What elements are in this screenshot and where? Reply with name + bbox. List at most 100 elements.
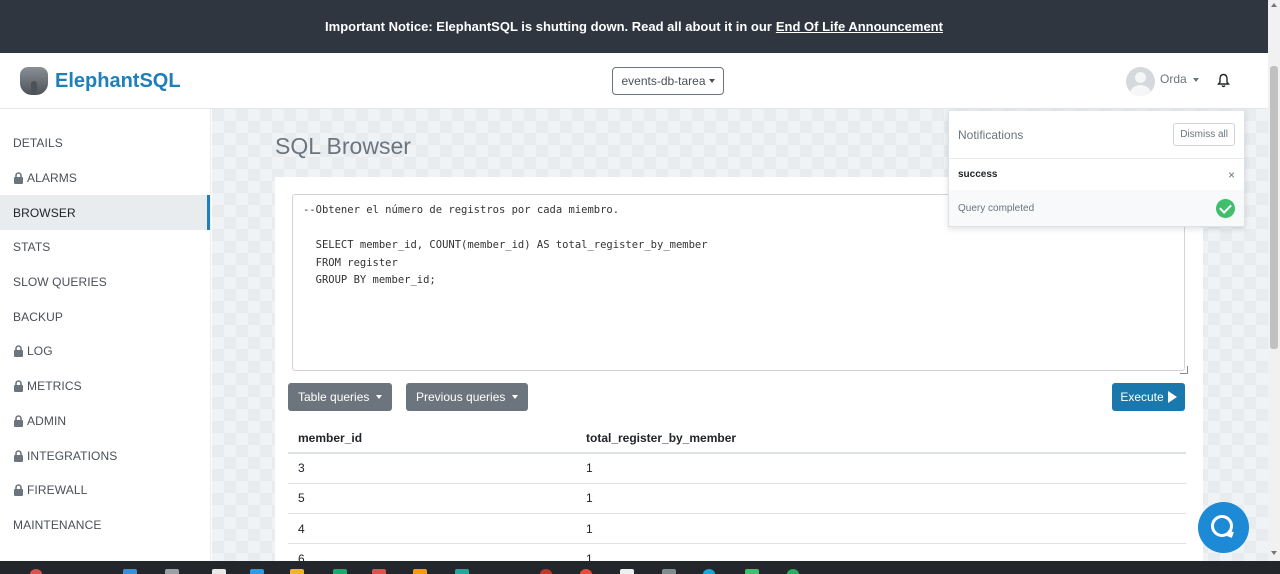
- check-circle-icon: [1216, 198, 1235, 218]
- sidebar-item-browser[interactable]: BROWSER: [0, 195, 210, 231]
- taskbar-app-icon[interactable]: [413, 569, 427, 574]
- taskbar-app-icon[interactable]: [372, 569, 386, 574]
- chat-support-icon[interactable]: [1198, 502, 1249, 553]
- dismiss-all-button[interactable]: Dismiss all: [1173, 123, 1235, 146]
- execute-label: Execute: [1120, 390, 1164, 404]
- sidebar-item-label: BROWSER: [13, 205, 76, 220]
- taskbar-app-icon[interactable]: [455, 569, 469, 574]
- lock-icon: [14, 484, 23, 497]
- taskbar-app-icon[interactable]: [290, 569, 304, 574]
- sidebar-item-label: SLOW QUERIES: [13, 275, 107, 290]
- taskbar-app-icon[interactable]: [165, 569, 179, 574]
- scroll-up-icon[interactable]: [1271, 3, 1277, 7]
- user-name: Orda: [1160, 72, 1187, 86]
- table-cell: 5: [288, 483, 576, 515]
- eol-announcement-link[interactable]: End Of Life Announcement: [776, 19, 943, 34]
- lock-icon: [14, 380, 23, 393]
- sidebar-item-label: LOG: [27, 344, 53, 359]
- results-table: member_id total_register_by_member 3 1 5…: [288, 423, 1186, 574]
- notifications-title: Notifications: [958, 127, 1024, 142]
- taskbar-app-icon[interactable]: [30, 569, 42, 574]
- taskbar-app-icon[interactable]: [787, 569, 799, 574]
- table-header-row: member_id total_register_by_member: [288, 423, 1186, 454]
- taskbar-app-icon[interactable]: [333, 569, 347, 574]
- sidebar-item-firewall[interactable]: FIREWALL: [0, 473, 210, 508]
- taskbar-app-icon[interactable]: [703, 569, 715, 574]
- sidebar-item-stats[interactable]: STATS: [0, 230, 210, 265]
- sidebar-item-label: STATS: [13, 240, 51, 255]
- execute-button[interactable]: Execute: [1112, 383, 1185, 411]
- sidebar-item-backup[interactable]: BACKUP: [0, 299, 210, 334]
- lock-icon: [14, 449, 23, 462]
- sidebar-item-label: BACKUP: [13, 309, 63, 324]
- sidebar-item-integrations[interactable]: INTEGRATIONS: [0, 438, 210, 473]
- taskbar-app-icon[interactable]: [212, 569, 226, 574]
- top-navbar: ElephantSQL events-db-tarea Orda: [0, 53, 1268, 109]
- table-cell: 1: [576, 453, 1186, 484]
- sidebar-item-label: METRICS: [27, 379, 82, 394]
- instance-name: events-db-tarea: [621, 74, 706, 88]
- table-cell: 1: [576, 513, 1186, 545]
- column-header: member_id: [288, 423, 576, 454]
- previous-queries-label: Previous queries: [416, 390, 506, 404]
- scroll-thumb[interactable]: [1270, 66, 1278, 349]
- sidebar: DETAILS ALARMS BROWSER STATS SLOW QUERIE…: [0, 109, 211, 561]
- lock-icon: [14, 415, 23, 427]
- table-row: 3 1: [288, 453, 1186, 484]
- scroll-down-icon[interactable]: [1271, 551, 1277, 555]
- notification-message: Query completed: [958, 202, 1035, 214]
- sidebar-item-label: ALARMS: [27, 171, 77, 186]
- page-scrollbar[interactable]: [1268, 0, 1280, 561]
- user-menu[interactable]: Orda: [1160, 72, 1200, 86]
- page-title: SQL Browser: [275, 133, 411, 159]
- taskbar-app-icon[interactable]: [745, 569, 759, 574]
- column-header: total_register_by_member: [576, 423, 1186, 454]
- taskbar-app-icon[interactable]: [580, 569, 592, 574]
- sidebar-item-log[interactable]: LOG: [0, 334, 210, 369]
- instance-selector[interactable]: events-db-tarea: [612, 67, 724, 95]
- bell-icon[interactable]: [1217, 73, 1230, 88]
- resize-handle-icon[interactable]: [1180, 366, 1188, 374]
- close-icon[interactable]: ×: [1228, 168, 1235, 182]
- elephant-logo-icon: [20, 67, 48, 95]
- sidebar-item-details[interactable]: DETAILS: [0, 126, 210, 161]
- sidebar-item-label: FIREWALL: [27, 483, 88, 498]
- sidebar-item-label: DETAILS: [13, 136, 63, 151]
- chevron-down-icon: [376, 395, 383, 399]
- sidebar-item-maintenance[interactable]: MAINTENANCE: [0, 508, 210, 543]
- user-avatar[interactable]: [1126, 67, 1155, 96]
- brand-name: ElephantSQL: [55, 69, 181, 92]
- brand-logo[interactable]: ElephantSQL: [20, 67, 181, 95]
- taskbar-app-icon[interactable]: [620, 569, 634, 574]
- taskbar-app-icon[interactable]: [123, 569, 137, 574]
- taskbar-app-icon[interactable]: [250, 569, 264, 574]
- table-row: 5 1: [288, 483, 1186, 515]
- table-cell: 3: [288, 453, 576, 484]
- taskbar-app-icon[interactable]: [540, 569, 552, 574]
- sidebar-item-label: INTEGRATIONS: [27, 448, 118, 463]
- sidebar-item-admin[interactable]: ADMIN: [0, 404, 210, 439]
- notification-item: success ×: [949, 159, 1244, 190]
- notification-message-row: Query completed: [949, 190, 1244, 226]
- table-queries-label: Table queries: [298, 390, 370, 404]
- os-taskbar: [0, 561, 1280, 574]
- sidebar-item-alarms[interactable]: ALARMS: [0, 161, 210, 196]
- chevron-down-icon: [1193, 77, 1200, 82]
- sidebar-item-label: ADMIN: [27, 413, 67, 428]
- table-row: 4 1: [288, 513, 1186, 545]
- notification-type: success: [958, 169, 998, 180]
- table-queries-button[interactable]: Table queries: [288, 383, 393, 411]
- table-cell: 1: [576, 483, 1186, 515]
- notice-text: Important Notice: ElephantSQL is shuttin…: [325, 19, 772, 34]
- sidebar-item-label: MAINTENANCE: [13, 517, 102, 532]
- sidebar-item-slow-queries[interactable]: SLOW QUERIES: [0, 265, 210, 300]
- eol-notice-banner: Important Notice: ElephantSQL is shuttin…: [0, 0, 1268, 53]
- sidebar-item-metrics[interactable]: METRICS: [0, 369, 210, 404]
- table-cell: 4: [288, 513, 576, 545]
- taskbar-app-icon[interactable]: [662, 569, 676, 574]
- chevron-down-icon: [512, 395, 519, 399]
- notifications-header: Notifications Dismiss all: [949, 111, 1244, 159]
- previous-queries-button[interactable]: Previous queries: [406, 383, 529, 411]
- chevron-down-icon: [708, 79, 715, 83]
- play-icon: [1167, 391, 1177, 403]
